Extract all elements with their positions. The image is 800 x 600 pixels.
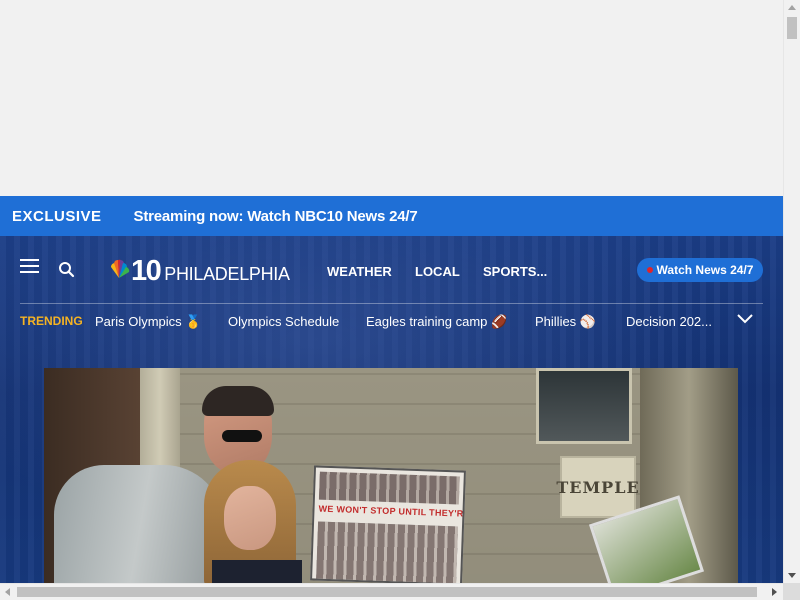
logo-city: PHILADELPHIA xyxy=(164,263,290,284)
site-header: 10 PHILADELPHIA WEATHER LOCAL SPORTS... … xyxy=(0,236,783,583)
sunglasses xyxy=(222,430,262,442)
vertical-scroll-thumb[interactable] xyxy=(787,17,797,39)
logo-number: 10 xyxy=(131,254,162,287)
search-icon[interactable] xyxy=(58,261,76,279)
hero-image[interactable]: TEMPLE WE WON'T STOP UNTIL THEY'RE ALL B… xyxy=(44,368,738,583)
exclusive-banner[interactable]: EXCLUSIVE Streaming now: Watch NBC10 New… xyxy=(0,196,783,236)
chevron-down-icon[interactable] xyxy=(736,310,754,328)
trending-item[interactable]: Decision 202... xyxy=(626,314,712,329)
trending-bar: TRENDING Paris Olympics 🥇 Olympics Sched… xyxy=(0,304,783,340)
nav-local[interactable]: LOCAL xyxy=(415,264,460,279)
browser-viewport: EXCLUSIVE Streaming now: Watch NBC10 New… xyxy=(0,0,783,583)
scrollbar-corner xyxy=(783,583,800,600)
nav-weather[interactable]: WEATHER xyxy=(327,264,392,279)
temple-sign: TEMPLE xyxy=(556,456,639,518)
trending-item[interactable]: Phillies ⚾ xyxy=(535,314,596,330)
trending-label: TRENDING xyxy=(20,314,83,328)
exclusive-link[interactable]: Streaming now: Watch NBC10 News 24/7 xyxy=(134,208,418,225)
nbc10-philadelphia-logo[interactable]: 10 PHILADELPHIA xyxy=(108,254,290,287)
horizontal-scrollbar[interactable] xyxy=(0,583,783,600)
peacock-icon xyxy=(108,258,130,285)
watch-news-label: Watch News 24/7 xyxy=(656,263,754,277)
main-nav: 10 PHILADELPHIA WEATHER LOCAL SPORTS... … xyxy=(0,236,783,304)
trending-item[interactable]: Olympics Schedule xyxy=(228,314,339,329)
church-window xyxy=(536,368,632,444)
scroll-right-icon[interactable] xyxy=(772,588,777,596)
trending-item[interactable]: Eagles training camp 🏈 xyxy=(366,314,507,330)
vertical-scrollbar[interactable] xyxy=(783,0,800,583)
live-dot-icon xyxy=(646,267,653,273)
exclusive-label: EXCLUSIVE xyxy=(12,207,102,225)
nav-sports[interactable]: SPORTS... xyxy=(483,264,547,279)
protest-poster: WE WON'T STOP UNTIL THEY'RE ALL BACK xyxy=(310,465,466,583)
ad-placeholder xyxy=(0,0,783,196)
scroll-left-icon[interactable] xyxy=(5,588,10,596)
poster-text: WE WON'T STOP UNTIL THEY'RE ALL BACK xyxy=(318,503,466,521)
watch-news-button[interactable]: Watch News 24/7 xyxy=(637,258,763,282)
person-woman xyxy=(204,460,314,583)
menu-icon[interactable] xyxy=(20,259,40,274)
trending-item[interactable]: Paris Olympics 🥇 xyxy=(95,314,201,330)
scroll-down-icon[interactable] xyxy=(788,573,796,578)
horizontal-scroll-thumb[interactable] xyxy=(17,587,757,597)
scroll-up-icon[interactable] xyxy=(788,5,796,10)
